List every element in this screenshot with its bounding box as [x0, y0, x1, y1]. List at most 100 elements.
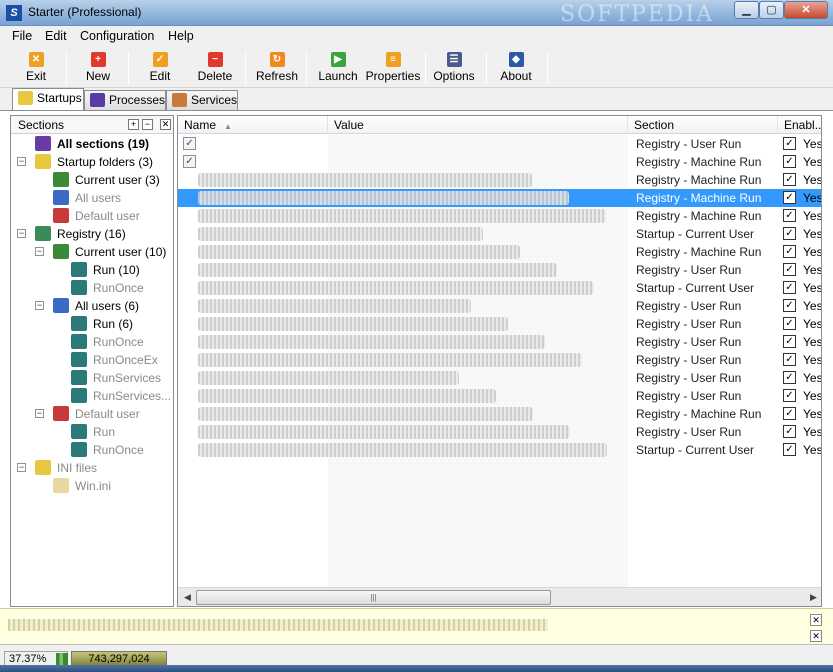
edit-button[interactable]: ✓ Edit — [136, 48, 184, 86]
table-row[interactable]: Registry - User Run ✓ Yes — [178, 297, 821, 315]
tree-expander-icon[interactable]: − — [17, 157, 26, 166]
row-checkbox[interactable]: ✓ — [183, 155, 196, 168]
launch-button[interactable]: ▶ Launch — [314, 48, 362, 86]
tree-item[interactable]: − Current user (10) — [35, 243, 166, 261]
menu-help[interactable]: Help — [168, 29, 194, 43]
table-row[interactable]: Registry - User Run ✓ Yes — [178, 387, 821, 405]
tree-item[interactable]: RunServices... — [53, 387, 171, 405]
expand-all-icon[interactable]: + — [128, 119, 139, 130]
table-row[interactable]: Registry - User Run ✓ Yes — [178, 369, 821, 387]
row-checkbox[interactable]: ✓ — [183, 137, 196, 150]
tab-startups[interactable]: Startups — [12, 88, 84, 110]
close-button[interactable]: ✕ — [784, 1, 828, 19]
menu-configuration[interactable]: Configuration — [80, 29, 154, 43]
app-icon[interactable]: S — [6, 5, 22, 21]
enabled-checkbox[interactable]: ✓ — [783, 209, 796, 222]
enabled-checkbox[interactable]: ✓ — [783, 407, 796, 420]
tree-expander-icon[interactable]: − — [35, 301, 44, 310]
menu-edit[interactable]: Edit — [45, 29, 67, 43]
column-enabled-header[interactable]: Enabl... — [778, 116, 821, 134]
table-row[interactable]: Registry - Machine Run ✓ Yes — [178, 207, 821, 225]
enabled-checkbox[interactable]: ✓ — [783, 155, 796, 168]
tree-item[interactable]: RunOnce — [53, 441, 166, 459]
tree-item[interactable]: All sections (19) — [17, 135, 166, 153]
tree-item[interactable]: RunOnce — [53, 333, 166, 351]
tree-item[interactable]: Run (6) — [53, 315, 166, 333]
table-row[interactable]: Registry - Machine Run ✓ Yes — [178, 243, 821, 261]
options-button[interactable]: ☰ Options — [430, 48, 478, 86]
table-row[interactable]: ✓ Registry - Machine Run ✓ Yes — [178, 153, 821, 171]
enabled-checkbox[interactable]: ✓ — [783, 353, 796, 366]
scroll-right-icon[interactable]: ▶ — [806, 590, 821, 605]
menu-file[interactable]: File — [12, 29, 32, 43]
tree-item[interactable]: Run (10) — [53, 261, 166, 279]
minimize-button[interactable]: ▁ — [734, 1, 759, 19]
column-name-header[interactable]: Name ▲ — [178, 116, 328, 134]
info-close-icon[interactable]: ✕ — [810, 614, 822, 626]
enabled-checkbox[interactable]: ✓ — [783, 281, 796, 294]
tree-item[interactable]: − All users (6) — [35, 297, 166, 315]
exit-button[interactable]: ✕ Exit — [12, 48, 60, 86]
collapse-all-icon[interactable]: − — [142, 119, 153, 130]
table-row[interactable]: Registry - Machine Run ✓ Yes — [178, 189, 822, 207]
tree-item[interactable]: − INI files — [17, 459, 166, 477]
tree-item[interactable]: RunServices — [53, 369, 166, 387]
enabled-checkbox[interactable]: ✓ — [783, 389, 796, 402]
table-row[interactable]: Registry - User Run ✓ Yes — [178, 351, 821, 369]
tree-item[interactable]: − Default user — [35, 405, 166, 423]
enabled-checkbox[interactable]: ✓ — [783, 245, 796, 258]
table-row[interactable]: Registry - User Run ✓ Yes — [178, 261, 821, 279]
tree-item[interactable]: − Startup folders (3) — [17, 153, 166, 171]
enabled-checkbox[interactable]: ✓ — [783, 371, 796, 384]
tab-processes[interactable]: Processes — [84, 90, 166, 110]
table-row[interactable]: Registry - User Run ✓ Yes — [178, 333, 821, 351]
maximize-button[interactable]: ▢ — [759, 1, 784, 19]
enabled-cell: Yes — [803, 191, 822, 205]
tree-item[interactable]: RunOnce — [53, 279, 166, 297]
services-icon — [172, 93, 187, 107]
tree-item[interactable]: Current user (3) — [35, 171, 166, 189]
table-row[interactable]: Startup - Current User ✓ Yes — [178, 225, 821, 243]
tree-item[interactable]: Run — [53, 423, 166, 441]
enabled-checkbox[interactable]: ✓ — [783, 137, 796, 150]
enabled-checkbox[interactable]: ✓ — [783, 299, 796, 312]
new-button[interactable]: + New — [74, 48, 122, 86]
enabled-checkbox[interactable]: ✓ — [783, 263, 796, 276]
horizontal-scrollbar[interactable]: ◀ ||| ▶ — [178, 587, 821, 606]
tree-item[interactable]: RunOnceEx — [53, 351, 166, 369]
enabled-checkbox[interactable]: ✓ — [783, 227, 796, 240]
title-bar[interactable]: S Starter (Professional) SOFTPEDIA ▁ ▢ ✕ — [0, 0, 833, 27]
delete-button[interactable]: − Delete — [190, 48, 240, 86]
close-panel-icon[interactable]: ✕ — [160, 119, 171, 130]
tab-services[interactable]: Services — [166, 90, 238, 110]
table-row[interactable]: Registry - User Run ✓ Yes — [178, 423, 821, 441]
enabled-checkbox[interactable]: ✓ — [783, 335, 796, 348]
column-section-header[interactable]: Section — [628, 116, 778, 134]
refresh-button[interactable]: ↻ Refresh — [253, 48, 301, 86]
tree-item[interactable]: All users — [35, 189, 166, 207]
column-value-header[interactable]: Value — [328, 116, 628, 134]
table-row[interactable]: Registry - User Run ✓ Yes — [178, 315, 821, 333]
table-row[interactable]: Startup - Current User ✓ Yes — [178, 441, 821, 459]
properties-button[interactable]: ≡ Properties — [364, 48, 422, 86]
enabled-checkbox[interactable]: ✓ — [783, 173, 796, 186]
table-row[interactable]: Registry - Machine Run ✓ Yes — [178, 171, 821, 189]
table-row[interactable]: Registry - Machine Run ✓ Yes — [178, 405, 821, 423]
enabled-checkbox[interactable]: ✓ — [783, 317, 796, 330]
about-button[interactable]: ◆ About — [492, 48, 540, 86]
scroll-left-icon[interactable]: ◀ — [180, 590, 195, 605]
tree-expander-icon[interactable]: − — [17, 229, 26, 238]
tree-item[interactable]: − Registry (16) — [17, 225, 166, 243]
tree-expander-icon[interactable]: − — [35, 409, 44, 418]
scroll-thumb[interactable]: ||| — [196, 590, 551, 605]
tree-expander-icon[interactable]: − — [17, 463, 26, 472]
enabled-checkbox[interactable]: ✓ — [783, 191, 796, 204]
info-close-icon[interactable]: ✕ — [810, 630, 822, 642]
tree-item[interactable]: Default user — [35, 207, 166, 225]
enabled-checkbox[interactable]: ✓ — [783, 425, 796, 438]
tree-item[interactable]: Win.ini — [35, 477, 166, 495]
enabled-checkbox[interactable]: ✓ — [783, 443, 796, 456]
table-row[interactable]: Startup - Current User ✓ Yes — [178, 279, 821, 297]
tree-expander-icon[interactable]: − — [35, 247, 44, 256]
table-row[interactable]: ✓ Registry - User Run ✓ Yes — [178, 135, 821, 153]
